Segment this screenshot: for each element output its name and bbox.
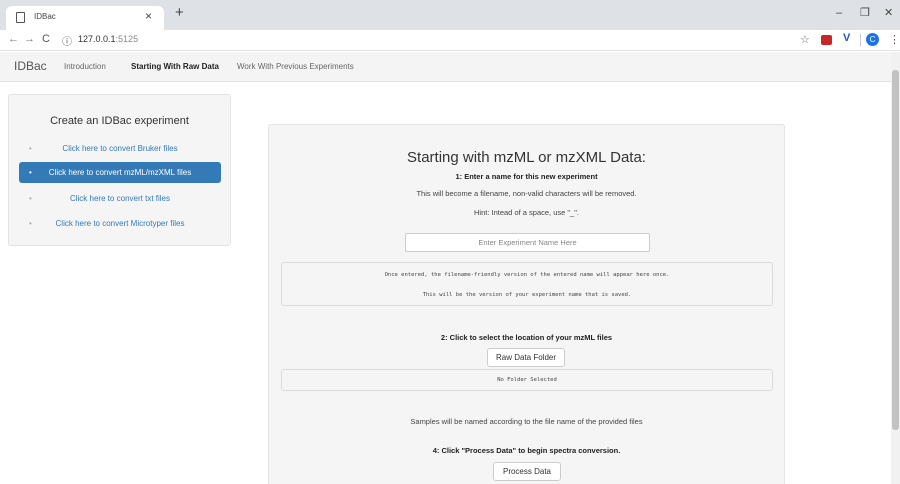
step1-note: This will become a filename, non-valid c… — [416, 189, 637, 198]
scrollbar-thumb[interactable] — [892, 70, 899, 430]
info-icon[interactable]: ⓘ — [62, 33, 72, 48]
minimize-icon[interactable]: – — [836, 7, 842, 19]
samples-note: Samples will be named according to the f… — [410, 417, 643, 426]
tab-title: IDBac — [34, 12, 56, 21]
sidebar-panel: Create an IDBac experiment • Click here … — [8, 94, 231, 246]
sidebar-item-microtyper[interactable]: • Click here to convert Microtyper files — [19, 213, 221, 234]
page-title: Starting with mzML or mzXML Data: — [407, 149, 646, 166]
step1-hint: Hint: Intead of a space, use "_". — [474, 208, 579, 217]
extension-icon[interactable]: V — [843, 32, 850, 44]
close-icon[interactable]: × — [145, 9, 152, 23]
maximize-icon[interactable]: ❐ — [860, 7, 870, 19]
browser-tab[interactable]: IDBac × — [6, 6, 164, 30]
window-close-icon[interactable]: ✕ — [884, 7, 893, 19]
address-bar: ← → C ⓘ 127.0.0.1:5125 ☆ V C ⋮ — [0, 30, 900, 51]
url-port: :5125 — [115, 34, 139, 44]
back-icon[interactable]: ← — [8, 33, 19, 45]
app-navbar: IDBac Introduction Starting With Raw Dat… — [0, 52, 891, 82]
url-field[interactable]: 127.0.0.1:5125 — [78, 34, 138, 44]
raw-data-folder-button[interactable]: Raw Data Folder — [487, 348, 565, 367]
preview-line-1: Once entered, the filename-friendly vers… — [384, 272, 670, 278]
profile-avatar[interactable]: C — [866, 33, 879, 46]
page-scrollbar[interactable] — [891, 52, 900, 484]
sidebar-item-bruker[interactable]: • Click here to convert Bruker files — [19, 138, 221, 159]
main-panel: Starting with mzML or mzXML Data: 1: Ent… — [268, 124, 785, 484]
nav-starting-with-raw-data[interactable]: Starting With Raw Data — [131, 62, 219, 71]
bullet-icon: • — [29, 168, 32, 177]
step4-label: 4: Click "Process Data" to begin spectra… — [432, 446, 621, 455]
sidebar-item-label: Click here to convert mzML/mzXML files — [48, 168, 192, 177]
forward-icon[interactable]: → — [24, 33, 35, 45]
toolbar-divider — [860, 34, 861, 46]
folder-status-well: No Folder Selected — [281, 369, 773, 391]
folder-status: No Folder Selected — [497, 377, 557, 383]
extension-icon[interactable] — [821, 35, 832, 45]
bullet-icon: • — [29, 194, 32, 203]
url-host: 127.0.0.1 — [78, 34, 116, 44]
menu-icon[interactable]: ⋮ — [889, 33, 900, 46]
star-icon[interactable]: ☆ — [800, 33, 810, 46]
sidebar-item-label: Click here to convert Bruker files — [62, 144, 178, 153]
sidebar-item-txt[interactable]: • Click here to convert txt files — [19, 188, 221, 209]
nav-work-with-previous-experiments[interactable]: Work With Previous Experiments — [237, 62, 354, 71]
sidebar-item-label: Click here to convert Microtyper files — [55, 219, 185, 228]
experiment-name-input[interactable] — [405, 233, 650, 252]
sidebar-item-mzml[interactable]: • Click here to convert mzML/mzXML files — [19, 162, 221, 183]
sidebar-title: Create an IDBac experiment — [50, 115, 189, 127]
reload-icon[interactable]: C — [42, 33, 50, 45]
step2-label: 2: Click to select the location of your … — [440, 333, 613, 342]
step1-label: 1: Enter a name for this new experiment — [455, 172, 598, 181]
browser-tabstrip: IDBac × + – ❐ ✕ — [0, 0, 900, 30]
plus-icon[interactable]: + — [175, 5, 184, 20]
process-data-button[interactable]: Process Data — [493, 462, 561, 481]
page-icon — [16, 12, 25, 23]
nav-introduction[interactable]: Introduction — [64, 62, 106, 71]
sidebar-item-label: Click here to convert txt files — [69, 194, 171, 203]
preview-line-2: This will be the version of your experim… — [422, 292, 632, 298]
bullet-icon: • — [29, 144, 32, 153]
brand[interactable]: IDBac — [14, 59, 47, 73]
name-preview-well: Once entered, the filename-friendly vers… — [281, 262, 773, 306]
bullet-icon: • — [29, 219, 32, 228]
